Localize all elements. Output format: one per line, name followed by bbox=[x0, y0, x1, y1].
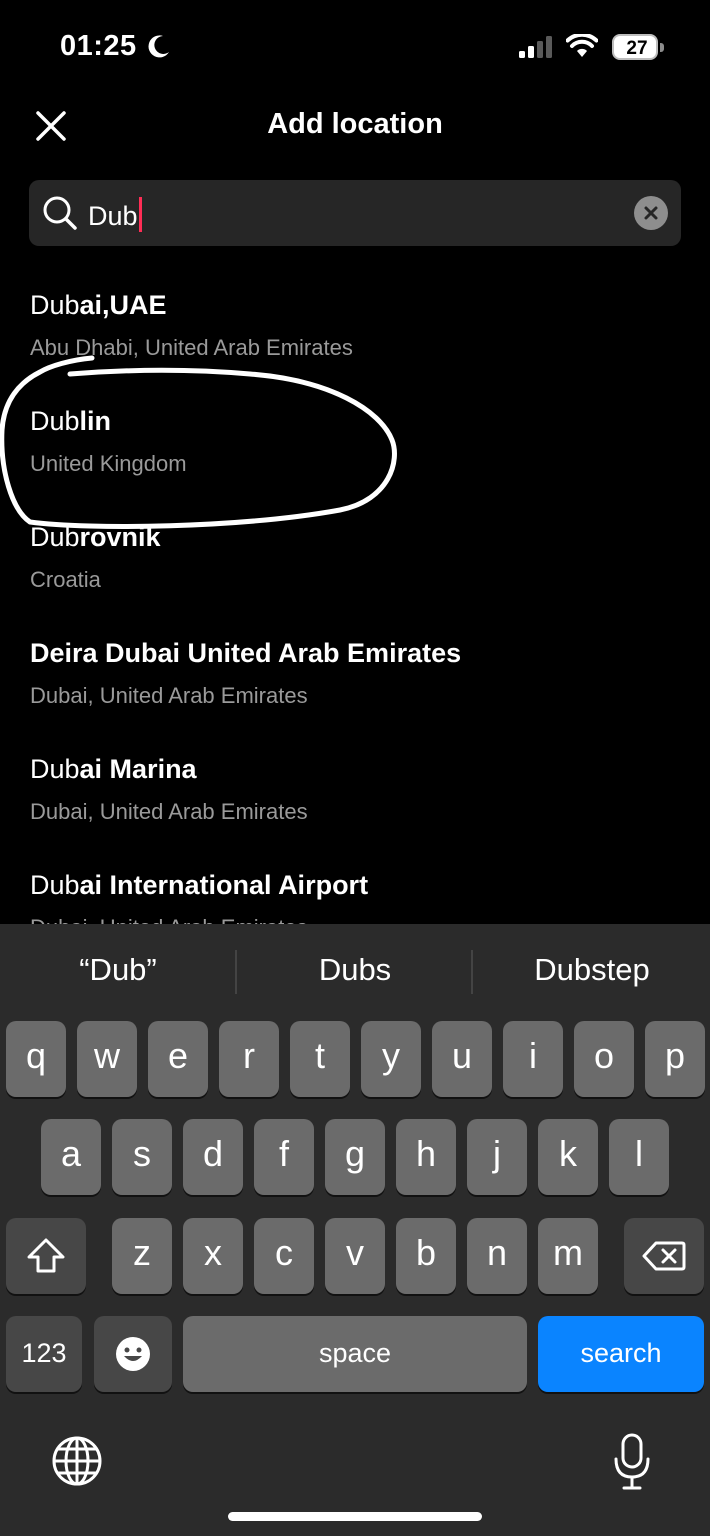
emoji-icon bbox=[116, 1337, 150, 1371]
key-l[interactable]: l bbox=[609, 1119, 669, 1195]
key-p[interactable]: p bbox=[645, 1021, 705, 1097]
delete-key[interactable] bbox=[624, 1218, 704, 1294]
key-s[interactable]: s bbox=[112, 1119, 172, 1195]
text-caret bbox=[138, 197, 142, 232]
suggestion-bar: “Dub” Dubs Dubstep bbox=[0, 924, 710, 1018]
suggestion-divider bbox=[471, 950, 473, 994]
space-key[interactable]: space bbox=[183, 1316, 527, 1392]
key-w[interactable]: w bbox=[77, 1021, 137, 1097]
key-t[interactable]: t bbox=[290, 1021, 350, 1097]
key-v[interactable]: v bbox=[325, 1218, 385, 1294]
result-subtitle: Dubai, United Arab Emirates bbox=[30, 915, 308, 924]
key-z[interactable]: z bbox=[112, 1218, 172, 1294]
status-time: 01:25 bbox=[60, 30, 137, 62]
result-subtitle: Dubai, United Arab Emirates bbox=[30, 683, 308, 708]
search-value: Dub bbox=[88, 197, 142, 232]
result-item[interactable]: Deira Dubai United Arab Emirates Dubai, … bbox=[30, 618, 690, 734]
key-h[interactable]: h bbox=[396, 1119, 456, 1195]
key-c[interactable]: c bbox=[254, 1218, 314, 1294]
key-b[interactable]: b bbox=[396, 1218, 456, 1294]
clear-search-icon[interactable] bbox=[634, 196, 668, 230]
search-input[interactable]: Dub bbox=[29, 180, 681, 246]
key-u[interactable]: u bbox=[432, 1021, 492, 1097]
battery-level: 27 bbox=[626, 38, 648, 59]
key-j[interactable]: j bbox=[467, 1119, 527, 1195]
result-title: Dubai Marina bbox=[30, 754, 197, 784]
cellular-signal-icon bbox=[519, 36, 552, 58]
result-subtitle: Dubai, United Arab Emirates bbox=[30, 799, 308, 824]
result-title: Dublin bbox=[30, 406, 112, 436]
microphone-icon[interactable] bbox=[612, 1432, 652, 1492]
battery-icon: 27 bbox=[612, 34, 664, 60]
key-a[interactable]: a bbox=[41, 1119, 101, 1195]
emoji-key[interactable] bbox=[94, 1316, 172, 1392]
result-item[interactable]: Dubai,UAE Abu Dhabi, United Arab Emirate… bbox=[30, 270, 690, 386]
result-title: Dubai International Airport bbox=[30, 870, 369, 900]
status-bar: 01:25 27 bbox=[0, 0, 710, 92]
result-item[interactable]: Dubai Marina Dubai, United Arab Emirates bbox=[30, 734, 690, 850]
result-item[interactable]: Dubai International Airport Dubai, Unite… bbox=[30, 850, 690, 924]
result-item[interactable]: Dublin United Kingdom bbox=[30, 386, 690, 502]
shift-icon bbox=[27, 1238, 65, 1273]
home-indicator[interactable] bbox=[228, 1512, 482, 1521]
key-e[interactable]: e bbox=[148, 1021, 208, 1097]
key-x[interactable]: x bbox=[183, 1218, 243, 1294]
search-icon bbox=[43, 196, 77, 230]
result-subtitle: Abu Dhabi, United Arab Emirates bbox=[30, 335, 353, 360]
key-r[interactable]: r bbox=[219, 1021, 279, 1097]
key-q[interactable]: q bbox=[6, 1021, 66, 1097]
key-k[interactable]: k bbox=[538, 1119, 598, 1195]
results-list: Dubai,UAE Abu Dhabi, United Arab Emirate… bbox=[0, 270, 710, 924]
result-subtitle: Croatia bbox=[30, 567, 101, 592]
suggestion-item[interactable]: Dubs bbox=[237, 952, 473, 988]
result-item[interactable]: Dubrovnik Croatia bbox=[30, 502, 690, 618]
page-title: Add location bbox=[267, 108, 443, 140]
suggestion-item[interactable]: “Dub” bbox=[0, 952, 236, 988]
key-i[interactable]: i bbox=[503, 1021, 563, 1097]
suggestion-item[interactable]: Dubstep bbox=[474, 952, 710, 988]
result-title: Dubrovnik bbox=[30, 522, 161, 552]
search-key[interactable]: search bbox=[538, 1316, 704, 1392]
result-title: Dubai,UAE bbox=[30, 290, 167, 320]
key-d[interactable]: d bbox=[183, 1119, 243, 1195]
key-o[interactable]: o bbox=[574, 1021, 634, 1097]
numbers-key[interactable]: 123 bbox=[6, 1316, 82, 1392]
key-f[interactable]: f bbox=[254, 1119, 314, 1195]
key-y[interactable]: y bbox=[361, 1021, 421, 1097]
globe-icon[interactable] bbox=[50, 1434, 104, 1488]
keyboard: “Dub” Dubs Dubstep q w e r t y u i o p a… bbox=[0, 924, 710, 1536]
result-subtitle: United Kingdom bbox=[30, 451, 187, 476]
shift-key[interactable] bbox=[6, 1218, 86, 1294]
key-m[interactable]: m bbox=[538, 1218, 598, 1294]
moon-icon bbox=[148, 35, 169, 58]
wifi-icon bbox=[566, 34, 598, 57]
result-title: Deira Dubai United Arab Emirates bbox=[30, 638, 462, 668]
key-g[interactable]: g bbox=[325, 1119, 385, 1195]
key-n[interactable]: n bbox=[467, 1218, 527, 1294]
backspace-icon bbox=[642, 1241, 686, 1271]
